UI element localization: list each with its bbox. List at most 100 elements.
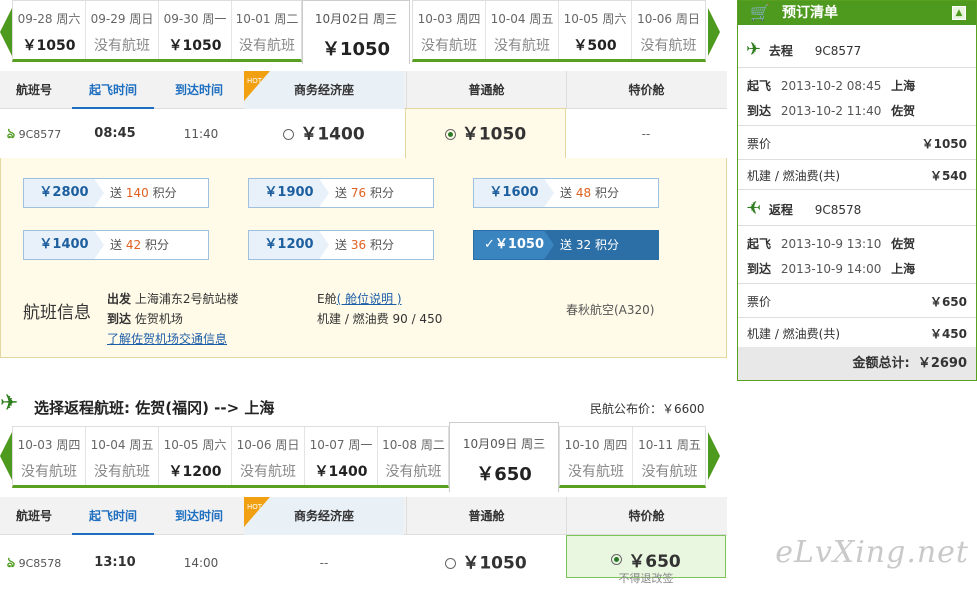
fare-option[interactable]: ￥1900 送 76 积分: [248, 178, 434, 208]
plane-icon: ✈: [0, 391, 19, 416]
date-cell[interactable]: 10-06 周日 没有航班: [632, 1, 705, 59]
business-price: ￥1400: [300, 124, 365, 145]
airline-logo-cell: ঌ 9C8578: [0, 535, 68, 578]
economy-price: ￥1050: [461, 124, 527, 145]
date-label: 10-06 周日: [637, 12, 700, 26]
date-cell-selected[interactable]: 10月02日 周三 ￥1050: [302, 0, 410, 64]
date-cell[interactable]: 10-11 周五 没有航班: [633, 427, 706, 485]
economy-radio[interactable]: [444, 129, 456, 140]
date-price: 没有航班: [641, 464, 698, 480]
order-total: 金额总计: ￥2690: [738, 347, 976, 380]
col-business: 商务经济座: [244, 497, 404, 535]
date-cell[interactable]: 10-03 周四 没有航班: [13, 427, 86, 485]
date-cell[interactable]: 09-28 周六 ￥1050: [13, 1, 86, 59]
next-dates-arrow[interactable]: [708, 8, 720, 56]
prev-dates-arrow[interactable]: [0, 8, 12, 56]
fare-option[interactable]: ￥1400 送 42 积分: [23, 230, 209, 260]
fare-option-price: ￥1200: [249, 231, 329, 259]
date-cell[interactable]: 10-08 周二 没有航班: [378, 427, 449, 485]
fare-option[interactable]: ￥1600 送 48 积分: [473, 178, 659, 208]
date-price: 没有航班: [94, 464, 150, 480]
date-cell[interactable]: 09-29 周日 没有航班: [86, 1, 159, 59]
date-price: 没有航班: [240, 464, 296, 480]
date-price: 没有航班: [494, 38, 550, 54]
date-label: 10-03 周四: [417, 12, 481, 26]
fare-option[interactable]: ￥2800 送 140 积分: [23, 178, 209, 208]
economy-fare-selected[interactable]: ￥1050: [405, 108, 566, 158]
divider: [738, 225, 976, 226]
cart-icon: 🛒: [750, 3, 770, 22]
date-cell[interactable]: 09-30 周一 ￥1050: [159, 1, 232, 59]
collapse-icon[interactable]: ▲: [952, 6, 966, 20]
economy-radio[interactable]: [445, 558, 457, 569]
date-cell[interactable]: 10-05 周六 ￥1200: [159, 427, 232, 485]
date-price: ￥650: [476, 464, 532, 485]
date-cell[interactable]: 10-07 周一 ￥1400: [305, 427, 378, 485]
date-label: 10-04 周五: [490, 12, 554, 26]
date-cell[interactable]: 10-01 周二 没有航班: [232, 1, 302, 59]
fare-detail-panel: ￥2800 送 140 积分 ￥1900 送 76 积分 ￥1600 送 48 积分 …: [0, 158, 727, 358]
date-price: 没有航班: [94, 38, 150, 54]
return-date-cell-selected[interactable]: 10月09日 周三 ￥650: [449, 422, 559, 492]
date-price: ￥1050: [22, 38, 76, 54]
date-cell[interactable]: 10-10 周四 没有航班: [560, 427, 633, 485]
fare-option-points: 送 32 积分: [560, 238, 619, 252]
outbound-fare: 票价 ￥1050: [747, 137, 967, 151]
airport-traffic-link[interactable]: 了解佐贺机场交通信息: [107, 330, 227, 347]
fare-option-points: 送 48 积分: [560, 186, 619, 200]
date-cell[interactable]: 10-05 周六 ￥500: [559, 1, 632, 59]
fare-option-price: ￥1600: [474, 179, 554, 207]
special-fare: --: [641, 127, 651, 141]
special-price: ￥650: [628, 552, 681, 572]
date-label: 09-28 周六: [17, 12, 81, 26]
date-price: 没有航班: [385, 464, 442, 480]
depart-info: 出发 上海浦东2号航站楼: [107, 292, 239, 306]
order-summary-panel: 🛒 预订清单 ▲ ✈ 去程 9C8577 起飞 2013-10-2 08:45 …: [737, 0, 977, 381]
date-label: 10-01 周二: [235, 12, 299, 26]
special-fare-selected[interactable]: ￥650 不得退改签: [566, 535, 726, 585]
next-return-dates-arrow[interactable]: [708, 432, 720, 480]
col-flight-no: 航班号: [15, 83, 52, 97]
tax-info: 机建 / 燃油费 90 / 450: [317, 312, 443, 326]
col-depart-time[interactable]: 起飞时间: [72, 71, 154, 109]
col-depart-time[interactable]: 起飞时间: [72, 497, 154, 535]
date-label: 10-10 周四: [564, 438, 628, 452]
prev-return-dates-arrow[interactable]: [0, 432, 12, 480]
fare-option-selected[interactable]: ✓￥1050 送 32 积分: [473, 230, 659, 260]
date-cell[interactable]: 10-04 周五 没有航班: [486, 1, 559, 59]
col-special: 特价舱: [566, 71, 726, 109]
business-radio[interactable]: [283, 129, 295, 140]
col-arrive-time[interactable]: 到达时间: [158, 497, 240, 535]
public-price: 民航公布价：￥6600: [590, 402, 705, 416]
date-label: 10月09日 周三: [462, 437, 546, 451]
cabin-explain-link[interactable]: ( 舱位说明 ): [337, 292, 402, 306]
return-table-header: 航班号 起飞时间 到达时间 商务经济座 HOT 普通舱 特价舱: [0, 497, 727, 535]
date-label: 10-05 周六: [163, 438, 227, 452]
date-label: 10-04 周五: [90, 438, 154, 452]
date-price: ￥500: [573, 38, 617, 54]
flight-number: 9C8577: [18, 128, 62, 141]
date-cell[interactable]: 10-06 周日 没有航班: [232, 427, 305, 485]
cabin-info: E舱( 舱位说明 ): [317, 292, 402, 306]
divider: [738, 317, 976, 318]
date-label: 10-05 周六: [563, 12, 627, 26]
date-cell[interactable]: 10-04 周五 没有航班: [86, 427, 159, 485]
outbound-date-strip: 09-28 周六 ￥1050 09-29 周日 没有航班 09-30 周一 ￥1050…: [12, 0, 302, 62]
special-radio[interactable]: [611, 554, 623, 565]
business-fare[interactable]: ￥1400: [244, 109, 404, 159]
fare-option-points: 送 140 积分: [110, 186, 177, 200]
date-label: 10月02日 周三: [314, 12, 398, 26]
fare-option[interactable]: ￥1200 送 36 积分: [248, 230, 434, 260]
airline-logo-icon: ঌ: [6, 555, 16, 571]
return-section-title: 选择返程航班: 佐贺(福冈) --> 上海: [34, 399, 275, 417]
return-summary-title: ✈ 返程 9C8578: [746, 198, 862, 219]
return-tax: 机建 / 燃油费(共) ￥450: [747, 327, 967, 341]
airline-logo-cell: ঌ 9C8577: [0, 109, 68, 159]
date-label: 09-30 周一: [163, 12, 227, 26]
date-label: 10-11 周五: [638, 438, 701, 452]
col-arrive-time[interactable]: 到达时间: [158, 71, 240, 109]
return-date-strip: 10-03 周四 没有航班 10-04 周五 没有航班 10-05 周六 ￥1200 …: [12, 426, 449, 488]
date-price: 没有航班: [421, 38, 477, 54]
date-cell[interactable]: 10-03 周四 没有航班: [413, 1, 486, 59]
flight-info-title: 航班信息: [23, 303, 91, 323]
